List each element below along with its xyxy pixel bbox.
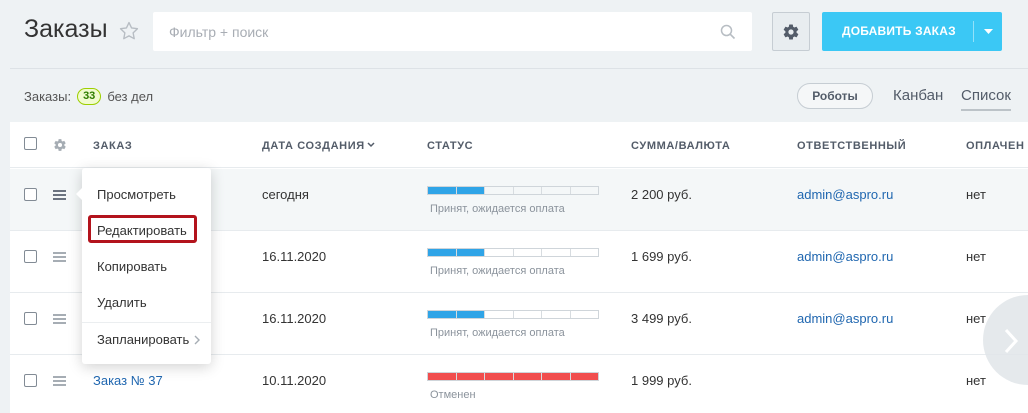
sort-desc-icon: [367, 142, 375, 148]
menu-item-view[interactable]: Просмотреть: [97, 187, 176, 202]
cell-sum: 1 699 руб.: [631, 249, 692, 264]
cell-paid: нет: [966, 373, 986, 388]
counter-label: Заказы:: [24, 89, 72, 104]
counter-suffix: без дел: [107, 89, 154, 104]
cell-sum: 1 999 руб.: [631, 373, 692, 388]
row-checkbox[interactable]: [24, 312, 37, 325]
cell-paid: нет: [966, 249, 986, 264]
column-header-status[interactable]: СТАТУС: [427, 140, 473, 152]
robots-button[interactable]: Роботы: [797, 83, 873, 109]
cell-date: 16.11.2020: [262, 311, 327, 326]
cell-date: сегодня: [262, 187, 309, 202]
settings-button[interactable]: [772, 12, 810, 51]
status-progress-bar: [427, 186, 599, 195]
select-all-checkbox[interactable]: [24, 137, 37, 150]
column-header-order[interactable]: ЗАКАЗ: [93, 140, 132, 152]
view-kanban-tab[interactable]: Канбан: [893, 87, 943, 104]
row-context-menu: Просмотреть Редактировать Копировать Уда…: [76, 168, 211, 364]
search-icon[interactable]: [720, 24, 736, 40]
cell-date: 16.11.2020: [262, 249, 327, 264]
search-box[interactable]: [153, 12, 752, 51]
menu-item-copy[interactable]: Копировать: [97, 259, 167, 274]
view-list-tab[interactable]: Список: [961, 87, 1011, 111]
add-order-label: ДОБАВИТЬ ЗАКАЗ: [842, 24, 956, 38]
search-input[interactable]: [153, 12, 752, 51]
cell-responsible[interactable]: admin@aspro.ru: [797, 249, 893, 264]
cell-date: 10.11.2020: [262, 373, 327, 388]
menu-item-schedule[interactable]: Запланировать: [97, 332, 189, 347]
chevron-right-icon: [1004, 328, 1019, 354]
star-icon[interactable]: [118, 20, 140, 42]
cell-status: Принят, ожидается оплата: [430, 265, 565, 277]
column-header-paid[interactable]: ОПЛАЧЕН: [966, 140, 1025, 152]
caret-down-icon: [983, 29, 993, 34]
gear-icon: [783, 24, 799, 40]
column-header-date[interactable]: ДАТА СОЗДАНИЯ: [262, 140, 365, 152]
menu-item-delete[interactable]: Удалить: [97, 295, 147, 310]
header-divider: [10, 68, 1028, 69]
row-checkbox[interactable]: [24, 374, 37, 387]
add-order-button[interactable]: ДОБАВИТЬ ЗАКАЗ: [822, 12, 1002, 51]
table-header: ЗАКАЗ ДАТА СОЗДАНИЯ СТАТУС СУММА/ВАЛЮТА …: [10, 122, 1028, 168]
add-order-dropdown[interactable]: [974, 12, 1002, 51]
cell-status: Принят, ожидается оплата: [430, 203, 565, 215]
cell-paid: нет: [966, 311, 986, 326]
count-badge: 33: [77, 88, 102, 105]
cell-status: Принят, ожидается оплата: [430, 327, 565, 339]
row-checkbox[interactable]: [24, 250, 37, 263]
cell-paid: нет: [966, 187, 986, 202]
cell-sum: 3 499 руб.: [631, 311, 692, 326]
column-header-responsible[interactable]: ОТВЕТСТВЕННЫЙ: [797, 140, 906, 152]
status-progress-bar: [427, 372, 599, 381]
cell-status: Отменен: [430, 389, 476, 401]
cell-sum: 2 200 руб.: [631, 187, 692, 202]
row-checkbox[interactable]: [24, 188, 37, 201]
menu-divider: [82, 322, 211, 323]
row-menu-icon[interactable]: [53, 376, 66, 386]
status-progress-bar: [427, 310, 599, 319]
column-settings-icon[interactable]: [53, 138, 67, 152]
row-menu-icon[interactable]: [53, 252, 66, 262]
menu-item-edit[interactable]: Редактировать: [97, 223, 187, 238]
row-menu-icon[interactable]: [53, 314, 66, 324]
page-title: Заказы: [24, 15, 108, 43]
cell-responsible[interactable]: admin@aspro.ru: [797, 187, 893, 202]
cell-responsible[interactable]: admin@aspro.ru: [797, 311, 893, 326]
chevron-right-icon: [194, 335, 200, 345]
cell-order-link[interactable]: Заказ № 37: [93, 373, 163, 388]
column-header-sum[interactable]: СУММА/ВАЛЮТА: [631, 140, 730, 152]
status-progress-bar: [427, 248, 599, 257]
order-counter: Заказы: 33 без дел: [24, 88, 153, 105]
row-menu-icon[interactable]: [53, 190, 66, 200]
